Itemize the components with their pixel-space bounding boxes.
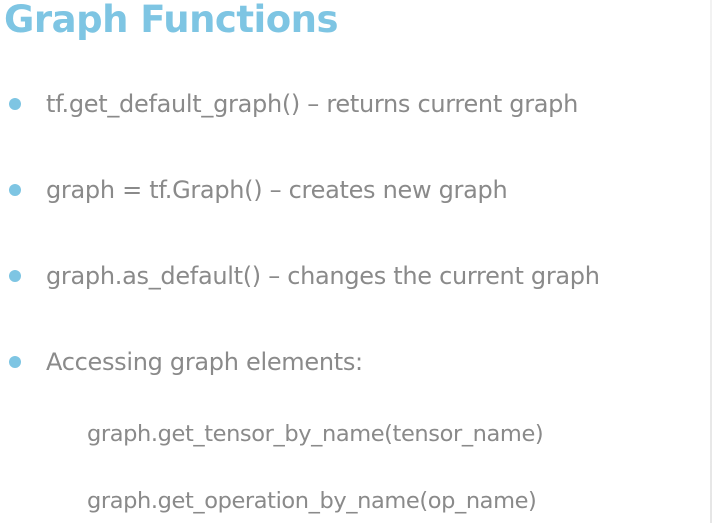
bullet-text: graph.as_default() – changes the current…: [46, 262, 600, 290]
bullet-text: tf.get_default_graph() – returns current…: [46, 90, 579, 118]
bullet-dot-icon: [9, 270, 21, 282]
bullet-dot-icon: [9, 356, 21, 368]
bullet-item-new-graph: graph = tf.Graph() – creates new graph: [0, 170, 713, 210]
slide: Graph Functions tf.get_default_graph() –…: [0, 0, 713, 523]
bullet-dot-icon: [9, 98, 21, 110]
sub-item-get-tensor-by-name: graph.get_tensor_by_name(tensor_name): [87, 421, 544, 447]
bullet-text: graph = tf.Graph() – creates new graph: [46, 176, 508, 204]
bullet-dot-icon: [9, 184, 21, 196]
bullet-item-accessing-elements: Accessing graph elements:: [0, 342, 713, 382]
bullet-item-as-default: graph.as_default() – changes the current…: [0, 256, 713, 296]
slide-title: Graph Functions: [4, 0, 339, 41]
bullet-text: Accessing graph elements:: [46, 348, 363, 376]
slide-edge-divider: [710, 0, 712, 523]
sub-item-get-operation-by-name: graph.get_operation_by_name(op_name): [87, 488, 537, 514]
bullet-item-get-default-graph: tf.get_default_graph() – returns current…: [0, 84, 713, 124]
